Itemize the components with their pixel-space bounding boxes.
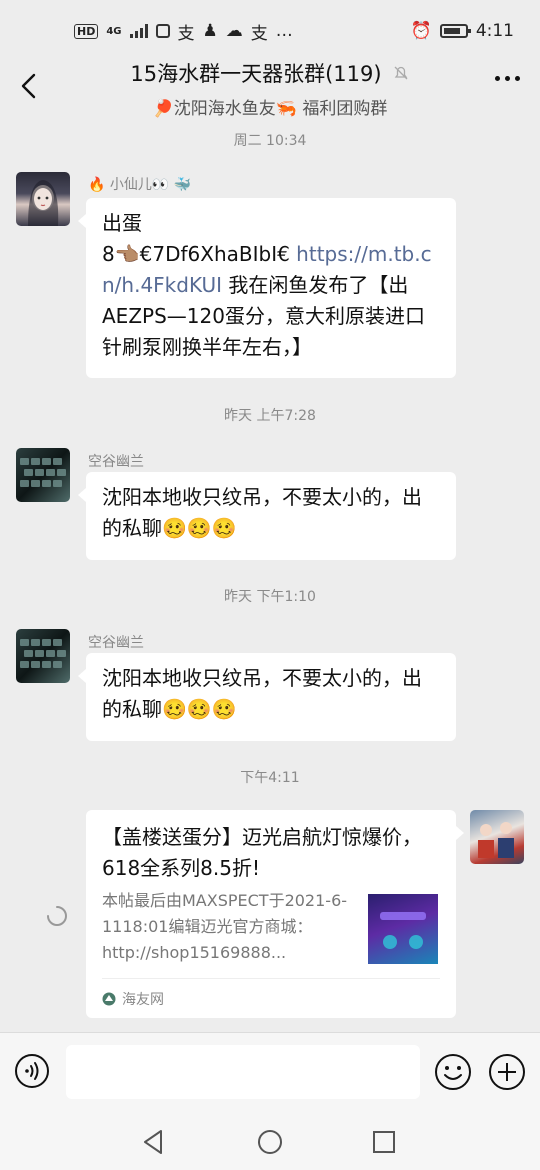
back-icon[interactable] <box>12 68 48 104</box>
battery-icon <box>439 24 471 38</box>
message-input[interactable] <box>66 1045 420 1099</box>
more-notifications: … <box>275 21 293 41</box>
card-title: 【盖楼送蛋分】迈光启航灯惊爆价，618全系列8.5折! <box>102 825 422 880</box>
sender-name: 空谷幽兰 <box>88 454 144 470</box>
system-nav-bar <box>0 1116 540 1170</box>
input-bar <box>0 1032 540 1116</box>
network-type: 4G <box>106 25 122 37</box>
message-text: 沈阳本地收只纹吊，不要太小的，出的私聊🥴🥴🥴 <box>102 666 422 721</box>
avatar[interactable] <box>16 448 70 502</box>
card-source: 海友网 <box>102 989 164 1009</box>
app-notification-icon <box>155 24 170 38</box>
nav-back-icon[interactable] <box>138 1126 170 1158</box>
cloud-icon: ☁ <box>225 21 243 41</box>
shared-link-card[interactable]: 【盖楼送蛋分】迈光启航灯惊爆价，618全系列8.5折! 本帖最后由MAXSPEC… <box>86 810 464 1018</box>
message-bubble[interactable]: 出蛋 8👈🏽€7Df6XhaBIbI€ https://m.tb.cn/h.4F… <box>78 198 456 378</box>
avatar-group-icon <box>478 822 514 858</box>
thumbnail-icon <box>380 912 426 949</box>
chat-title: 15海水群一天器张群(119) <box>130 62 382 86</box>
more-functions-icon[interactable] <box>488 1053 526 1091</box>
card-thumbnail <box>368 894 438 964</box>
message-text: 出蛋 8👈🏽€7Df6XhaBIbI€ <box>102 211 290 266</box>
timestamp: 昨天 下午1:10 <box>224 589 316 605</box>
avatar[interactable] <box>16 172 70 226</box>
mute-bell-icon <box>394 66 408 80</box>
card-divider <box>102 978 440 979</box>
status-left: HD 4G 支 ♟ ☁ 支 … <box>74 19 293 44</box>
avatar-portrait-icon <box>28 180 59 226</box>
sender-name: 🔥 小仙儿👀 🐳 <box>88 177 192 193</box>
signal-icon <box>129 24 148 38</box>
chat-subtitle: 🏓沈阳海水鱼友🦐 福利团购群 <box>152 99 388 119</box>
my-avatar[interactable] <box>470 810 524 864</box>
message-text: 沈阳本地收只纹吊，不要太小的，出的私聊🥴🥴🥴 <box>102 485 422 540</box>
notification-icon: 支 <box>177 23 195 44</box>
qq-icon: ♟ <box>202 21 218 41</box>
message-bubble[interactable]: 沈阳本地收只纹吊，不要太小的，出的私聊🥴🥴🥴 <box>78 472 456 560</box>
avatar-keyboard-icon <box>20 458 66 487</box>
source-logo-icon <box>102 992 116 1006</box>
more-options-icon[interactable] <box>495 76 520 81</box>
avatar[interactable] <box>16 629 70 683</box>
message-bubble[interactable]: 沈阳本地收只纹吊，不要太小的，出的私聊🥴🥴🥴 <box>78 653 456 741</box>
clock: 4:11 <box>475 21 514 41</box>
hd-indicator: HD <box>74 23 99 39</box>
source-name: 海友网 <box>122 992 164 1008</box>
timestamp: 昨天 上午7:28 <box>224 408 316 424</box>
status-bar: HD 4G 支 ♟ ☁ 支 … ⏰ 4:11 <box>0 0 540 62</box>
status-right: ⏰ 4:11 <box>411 21 514 41</box>
title-block[interactable]: 15海水群一天器张群(119) 🏓沈阳海水鱼友🦐 福利团购群 <box>80 58 460 119</box>
emoji-icon[interactable] <box>434 1053 472 1091</box>
card-description: 本帖最后由MAXSPECT于2021-6-1118:01编辑迈光官方商城：htt… <box>102 891 348 962</box>
alarm-icon: ⏰ <box>410 21 432 41</box>
sending-spinner-icon <box>47 906 67 926</box>
sender-name: 空谷幽兰 <box>88 635 144 651</box>
voice-input-icon[interactable] <box>14 1053 50 1089</box>
timestamp: 下午4:11 <box>240 770 300 786</box>
nav-home-icon[interactable] <box>254 1126 286 1158</box>
chat-header: 15海水群一天器张群(119) 🏓沈阳海水鱼友🦐 福利团购群 <box>0 56 540 119</box>
avatar-keyboard-icon <box>20 639 66 668</box>
nav-recents-icon[interactable] <box>368 1126 400 1158</box>
timestamp: 周二 10:34 <box>233 133 307 149</box>
notification-icon-2: 支 <box>250 23 268 44</box>
